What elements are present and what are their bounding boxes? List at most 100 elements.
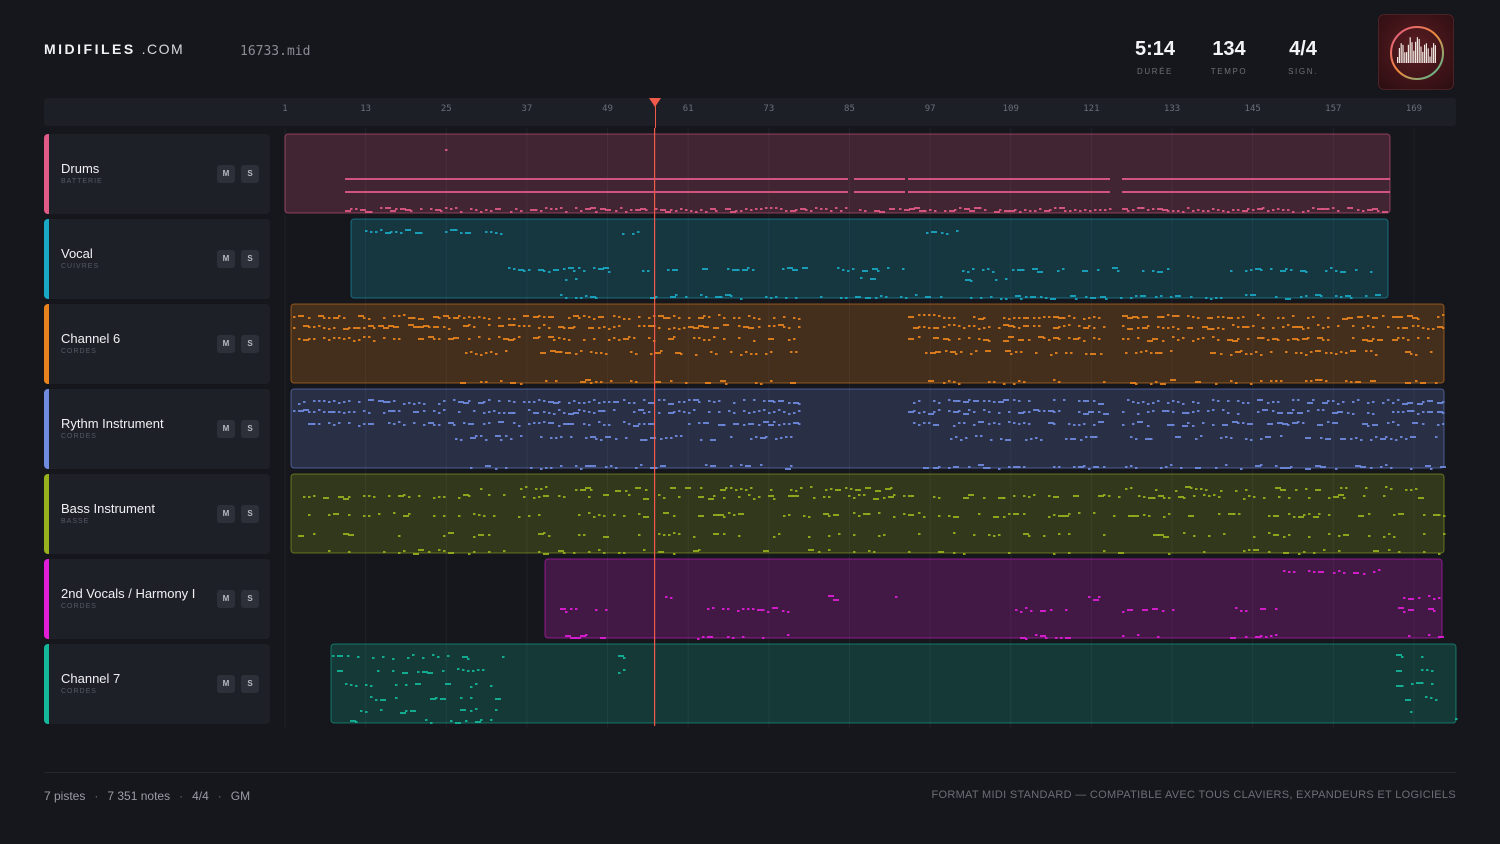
note: [1408, 609, 1414, 611]
note: [368, 412, 371, 414]
midi-clip[interactable]: [284, 133, 1391, 214]
track-header[interactable]: Vocal CUIVRES M S: [44, 219, 270, 299]
note: [558, 495, 561, 497]
note: [438, 496, 441, 498]
track-lane[interactable]: [350, 218, 1389, 300]
note: [605, 436, 611, 438]
note: [700, 209, 703, 211]
solo-button[interactable]: S: [241, 590, 259, 608]
mute-button[interactable]: M: [217, 250, 235, 268]
note: [688, 412, 691, 414]
note: [565, 297, 568, 299]
note: [323, 317, 326, 319]
note: [473, 536, 476, 538]
note: [648, 317, 651, 319]
solo-button[interactable]: S: [241, 505, 259, 523]
note: [713, 533, 719, 535]
note: [1330, 267, 1333, 269]
track-header[interactable]: Bass Instrument BASSE M S: [44, 474, 270, 554]
track-header[interactable]: Channel 6 CORDES M S: [44, 304, 270, 384]
mute-button[interactable]: M: [217, 505, 235, 523]
logo: MIDIFILES .COM: [44, 41, 185, 57]
note: [1175, 490, 1178, 492]
track-color-bar: [44, 389, 49, 469]
note: [1053, 466, 1056, 468]
note: [468, 316, 471, 318]
note: [395, 684, 398, 686]
note: [964, 208, 970, 210]
track-lane[interactable]: [290, 473, 1446, 555]
note: [1083, 327, 1089, 329]
note: [1083, 318, 1086, 320]
note: [398, 552, 401, 554]
track-lane[interactable]: [290, 388, 1446, 470]
mute-button[interactable]: M: [217, 165, 235, 183]
note: [363, 410, 366, 412]
note: [845, 487, 848, 489]
mute-button[interactable]: M: [217, 335, 235, 353]
note: [643, 412, 646, 414]
note: [568, 317, 571, 319]
midi-clip[interactable]: [330, 643, 1457, 724]
track-lane[interactable]: [544, 558, 1444, 640]
midi-clip[interactable]: [290, 303, 1445, 384]
note: [1287, 324, 1290, 326]
note: [1277, 208, 1280, 210]
note: [928, 327, 931, 329]
track-name: Rythm Instrument: [61, 416, 164, 431]
mute-button[interactable]: M: [217, 675, 235, 693]
track-header[interactable]: Rythm Instrument CORDES M S: [44, 389, 270, 469]
mute-button[interactable]: M: [217, 590, 235, 608]
note: [637, 231, 640, 233]
note: [473, 326, 476, 328]
note: [623, 657, 626, 659]
note: [888, 496, 894, 498]
solo-button[interactable]: S: [241, 675, 259, 693]
track-header[interactable]: Drums BATTERIE M S: [44, 134, 270, 214]
solo-button[interactable]: S: [241, 250, 259, 268]
midi-clip[interactable]: [290, 388, 1445, 469]
stat-duration: 5:14 DURÉE: [1120, 38, 1190, 76]
note: [383, 337, 386, 339]
note: [418, 495, 421, 497]
note: [1403, 597, 1406, 599]
track-header[interactable]: Channel 7 CORDES M S: [44, 644, 270, 724]
track-header[interactable]: 2nd Vocals / Harmony I CORDES M S: [44, 559, 270, 639]
mute-button[interactable]: M: [217, 420, 235, 438]
note: [1370, 350, 1373, 352]
note: [722, 608, 725, 610]
solo-button[interactable]: S: [241, 165, 259, 183]
note: [395, 697, 398, 699]
note: [925, 352, 928, 354]
note: [970, 353, 973, 355]
track-category: CUIVRES: [61, 263, 100, 270]
note: [608, 424, 611, 426]
track-lane[interactable]: [330, 643, 1458, 724]
solo-button[interactable]: S: [241, 420, 259, 438]
track-lane[interactable]: [290, 303, 1445, 385]
album-cover[interactable]: [1378, 14, 1454, 90]
file-name: 16733.mid: [240, 44, 311, 59]
note: [603, 515, 606, 517]
note: [318, 400, 321, 402]
note: [418, 338, 424, 340]
note: [590, 465, 596, 467]
note: [1133, 515, 1139, 517]
note: [1093, 327, 1096, 329]
note: [528, 515, 531, 517]
note: [1145, 350, 1148, 352]
track-lane[interactable]: [284, 133, 1391, 214]
midi-clip[interactable]: [350, 218, 1389, 299]
piano-roll[interactable]: [278, 128, 1458, 728]
note: [1068, 552, 1071, 554]
note: [610, 465, 613, 467]
solo-button[interactable]: S: [241, 335, 259, 353]
note: [563, 338, 566, 340]
timeline-ruler[interactable]: 1 13 25 37 49 61 73 85 97 109 121 133 145 157 169: [44, 98, 1456, 126]
note: [432, 654, 435, 656]
note: [1168, 497, 1171, 499]
midi-clip[interactable]: [544, 558, 1443, 639]
note: [773, 325, 776, 327]
note: [1127, 338, 1130, 340]
note: [448, 532, 454, 534]
